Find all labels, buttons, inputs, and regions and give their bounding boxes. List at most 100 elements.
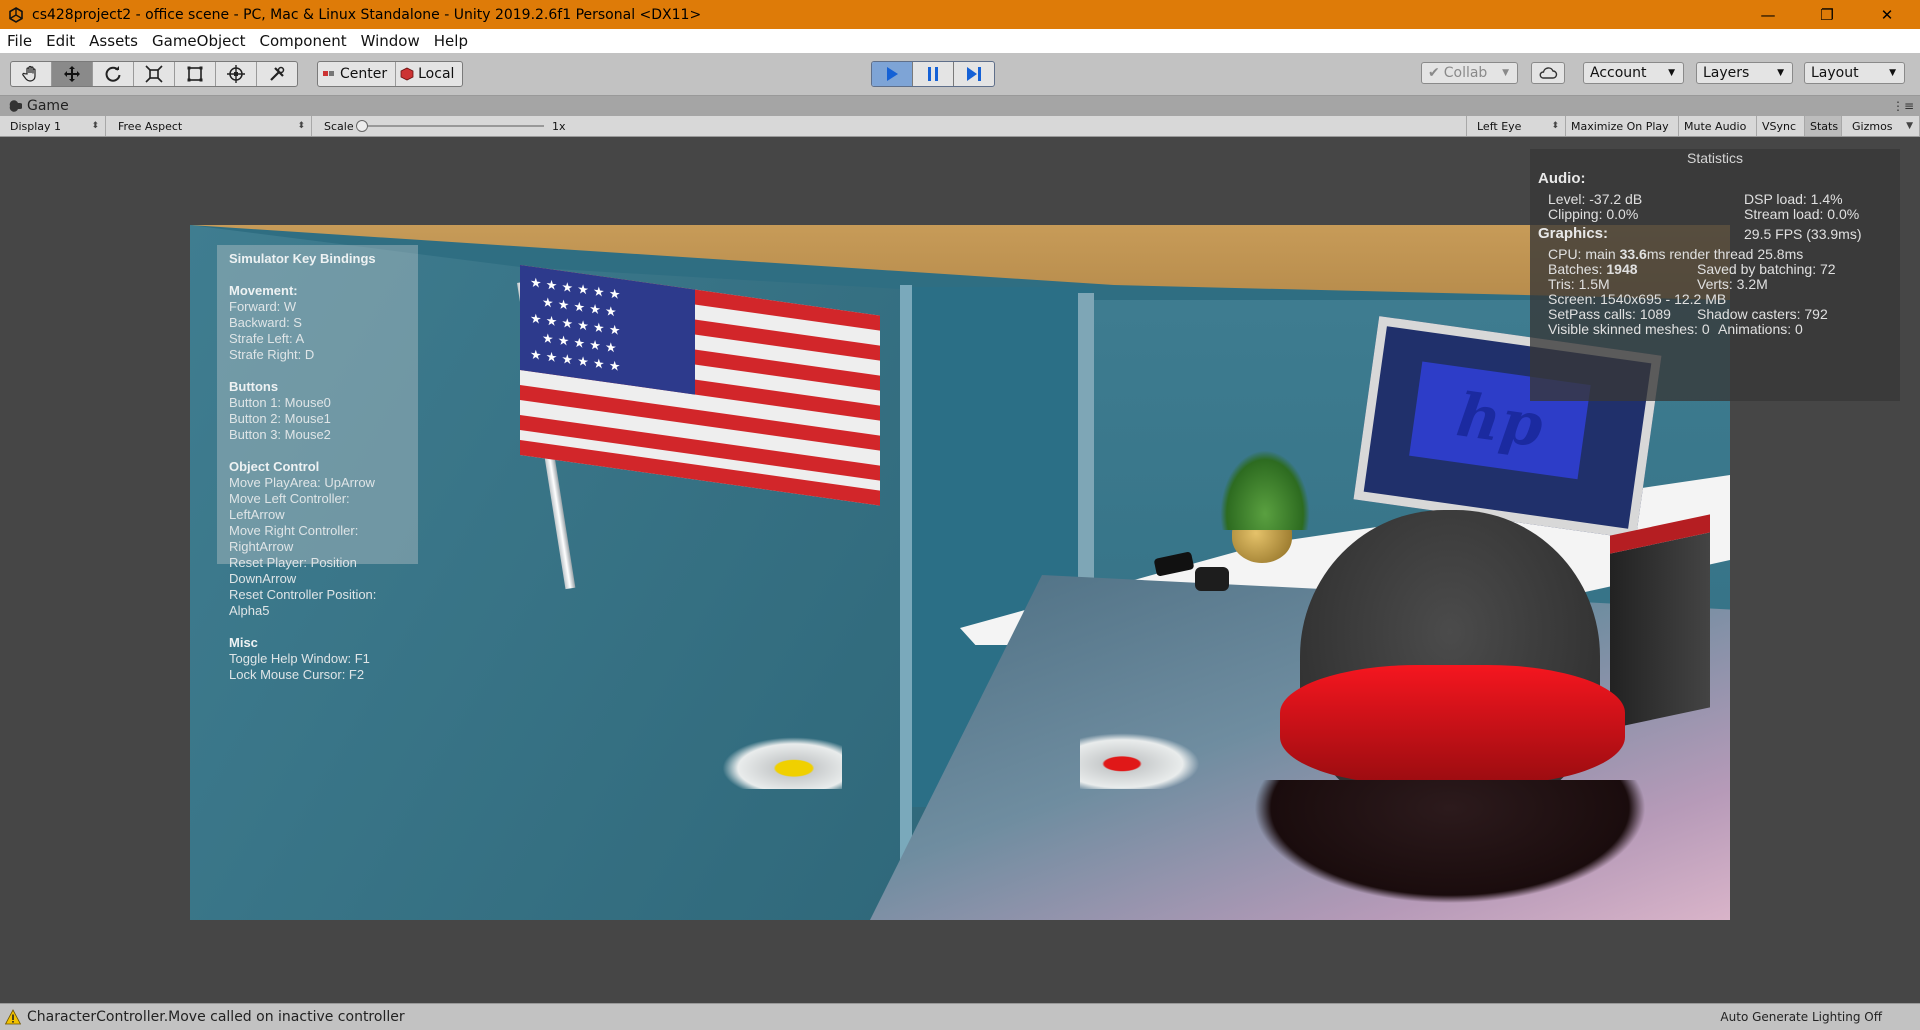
batches-value: 1948 [1606,261,1638,277]
step-icon [967,67,981,81]
vsync-label: VSync [1762,119,1797,133]
restore-button[interactable]: ❐ [1804,0,1850,29]
updown-icon: ⬍ [1551,121,1559,131]
batches-prefix: Batches: [1548,261,1607,277]
scale-slider-track[interactable] [360,125,544,127]
updown-icon: ⬍ [297,121,305,131]
scale-icon [145,65,163,83]
pause-button[interactable] [913,62,954,86]
vsync-toggle[interactable]: VSync [1757,116,1805,136]
american-flag: ★ ★ ★ ★ ★ ★ ★ ★ ★ ★ ★ ★ ★ ★ ★ ★ ★ ★ ★ ★ … [520,265,880,506]
gizmos-dropdown[interactable]: Gizmos ▼ [1842,116,1920,136]
menu-help[interactable]: Help [427,32,475,50]
pivot-toggles: Center Local [317,61,464,87]
binding-button-3: Button 3: Mouse2 [229,427,331,442]
pivot-local-button[interactable]: Local [396,62,462,86]
fps-value: 29.5 FPS (33.9ms) [1744,226,1862,242]
tools-icon [270,66,285,81]
caret-down-icon: ▼ [1668,68,1675,78]
key-bindings-title: Simulator Key Bindings [229,251,376,266]
maximize-on-play-toggle[interactable]: Maximize On Play [1566,116,1679,136]
binding-lock-cursor: Lock Mouse Cursor: F2 [229,667,365,682]
step-button[interactable] [954,62,994,86]
menu-file[interactable]: File [0,32,39,50]
restore-icon: ❐ [1820,5,1834,24]
mute-label: Mute Audio [1684,119,1747,133]
rotate-tool-button[interactable] [93,62,134,86]
chair-base [1220,780,1680,920]
caret-down-icon: ▼ [1777,68,1784,78]
buttons-header: Buttons [229,379,279,394]
binding-move-left-controller: Move Left Controller: LeftArrow [229,491,350,522]
lighting-status: Auto Generate Lighting Off [1720,1010,1882,1024]
tab-row: Game ⋮≡ [0,96,1920,116]
cubicle-panel-1 [900,285,912,885]
title-bar: cs428project2 - office scene - PC, Mac &… [0,0,1920,29]
collab-label: Collab [1443,65,1488,81]
menu-gameobject[interactable]: GameObject [145,32,253,50]
computer-tower [1610,514,1710,729]
cloud-icon [1539,67,1558,79]
movement-header: Movement: [229,283,298,298]
cloud-button[interactable] [1531,62,1565,84]
pivot-center-icon [323,71,334,76]
audio-level: Level: -37.2 dB [1548,191,1643,207]
layers-dropdown[interactable]: Layers ▼ [1696,62,1793,84]
scale-value: 1x [542,116,602,136]
eye-label: Left Eye [1477,119,1522,133]
display-label: Display 1 [10,119,62,133]
account-dropdown[interactable]: Account ▼ [1583,62,1684,84]
binding-move-playarea: Move PlayArea: UpArrow [229,475,375,490]
binding-strafe-left: Strafe Left: A [229,331,305,346]
warning-icon [5,1009,21,1025]
hand-tool-button[interactable] [11,62,52,86]
game-viewport[interactable]: ★ ★ ★ ★ ★ ★ ★ ★ ★ ★ ★ ★ ★ ★ ★ ★ ★ ★ ★ ★ … [0,137,1920,1003]
display-dropdown[interactable]: Display 1 ⬍ [0,116,106,136]
unity-logo-icon [9,6,23,23]
transform-tool-button[interactable] [216,62,257,86]
hand-icon [22,65,36,82]
eye-dropdown[interactable]: Left Eye ⬍ [1466,116,1566,136]
cpu-stats: CPU: main 33.6ms render thread 25.8ms [1548,246,1803,262]
object-control-header: Object Control [229,459,320,474]
binding-toggle-help: Toggle Help Window: F1 [229,651,370,666]
scale-tool-button[interactable] [134,62,175,86]
pause-icon [928,67,938,81]
account-label: Account [1590,65,1647,81]
audio-clipping: Clipping: 0.0% [1548,206,1639,222]
close-button[interactable]: ✕ [1864,0,1910,29]
pivot-local-label: Local [418,66,455,82]
scale-slider-thumb[interactable] [356,120,368,132]
stats-toggle[interactable]: Stats [1805,116,1842,136]
binding-strafe-right: Strafe Right: D [229,347,315,362]
close-icon: ✕ [1880,5,1894,24]
custom-tool-button[interactable] [257,62,297,86]
collab-dropdown[interactable]: ✔ Collab ▼ [1421,62,1518,84]
game-render[interactable]: ★ ★ ★ ★ ★ ★ ★ ★ ★ ★ ★ ★ ★ ★ ★ ★ ★ ★ ★ ★ … [190,225,1730,920]
menu-component[interactable]: Component [253,32,354,50]
aspect-dropdown[interactable]: Free Aspect ⬍ [108,116,312,136]
chair-seat [1280,665,1625,785]
skinned-meshes-stat: Visible skinned meshes: 0 [1548,321,1710,337]
minimize-button[interactable]: — [1745,0,1791,29]
binding-button-1: Button 1: Mouse0 [229,395,331,410]
status-bar[interactable]: CharacterController.Move called on inact… [0,1003,1920,1030]
menu-assets[interactable]: Assets [82,32,145,50]
move-tool-button[interactable] [52,62,93,86]
mute-audio-toggle[interactable]: Mute Audio [1679,116,1757,136]
stats-title: Statistics [1686,150,1743,166]
tab-menu-icon[interactable]: ⋮≡ [1892,99,1914,113]
menu-edit[interactable]: Edit [39,32,82,50]
layout-label: Layout [1811,65,1859,81]
plant-leaves [1220,450,1310,530]
binding-button-2: Button 2: Mouse1 [229,411,331,426]
tab-game[interactable]: Game [8,96,69,116]
pivot-center-button[interactable]: Center [318,62,397,86]
game-controller-icon [9,100,22,112]
rect-tool-button[interactable] [175,62,216,86]
maximize-label: Maximize On Play [1571,119,1669,133]
play-button[interactable] [872,62,913,86]
binding-forward: Forward: W [229,299,297,314]
layout-dropdown[interactable]: Layout ▼ [1804,62,1905,84]
menu-window[interactable]: Window [354,32,427,50]
